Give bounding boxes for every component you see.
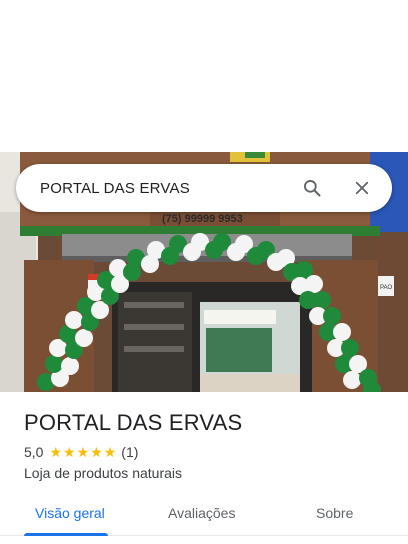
search-input[interactable]: PORTAL DAS ERVAS [40, 180, 296, 197]
close-icon [355, 181, 369, 195]
star-icon: ★ [63, 444, 76, 460]
active-tab-indicator [24, 533, 108, 536]
search-icon [304, 180, 321, 197]
tab-overview[interactable]: Visão geral [35, 505, 105, 521]
star-icon: ★ [103, 444, 117, 460]
place-category: Loja de produtos naturais [24, 465, 182, 481]
map-area-blank [0, 0, 408, 152]
tab-about[interactable]: Sobre [316, 505, 353, 521]
search-button[interactable] [296, 172, 328, 204]
place-title: PORTAL DAS ERVAS [24, 410, 243, 435]
star-icon: ★ [49, 444, 63, 460]
review-count[interactable]: (1) [121, 444, 138, 460]
search-bar[interactable]: PORTAL DAS ERVAS [16, 164, 392, 212]
tab-reviews[interactable]: Avaliações [168, 505, 235, 521]
star-rating: ★ ★ ★ ★ ★ [49, 445, 116, 459]
place-tabs: Visão geral Avaliações Sobre [0, 496, 408, 536]
clear-search-button[interactable] [346, 172, 378, 204]
side-sign-text: PAO [380, 285, 393, 291]
star-icon: ★ [76, 444, 90, 460]
rating-value: 5,0 [24, 444, 44, 460]
sign-phone-text: (75) 99999 9953 [162, 213, 243, 225]
star-icon: ★ [90, 444, 103, 460]
rating-row[interactable]: 5,0 ★ ★ ★ ★ ★ (1) [24, 444, 138, 460]
